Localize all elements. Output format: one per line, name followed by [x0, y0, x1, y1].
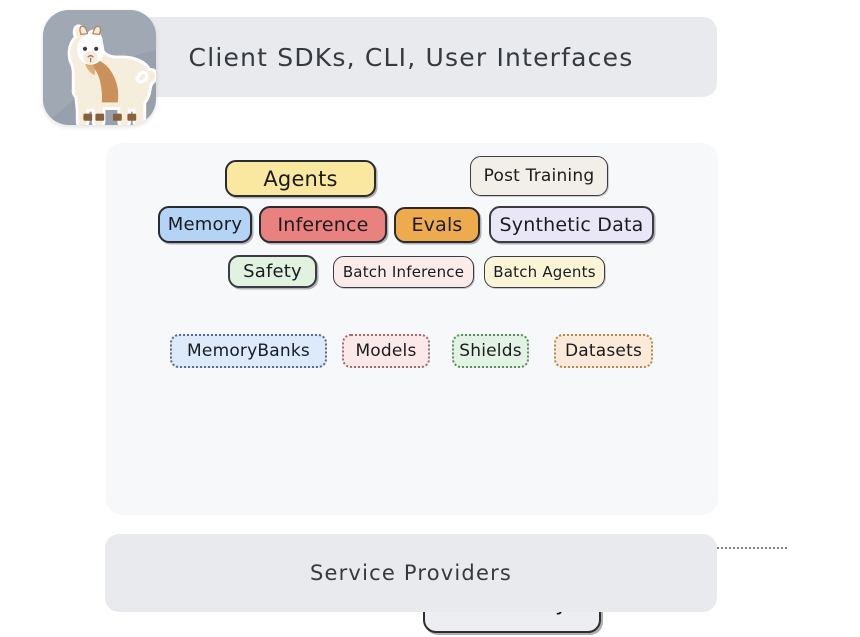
- api-pill-memory[interactable]: Memory: [158, 206, 252, 243]
- client-sdks-label: Client SDKs, CLI, User Interfaces: [188, 42, 634, 72]
- api-pill-synthetic-data[interactable]: Synthetic Data: [489, 206, 654, 243]
- api-pill-label: Batch Inference: [342, 263, 465, 281]
- api-pill-label: Datasets: [564, 341, 643, 361]
- api-pill-shields[interactable]: Shields: [452, 334, 529, 368]
- llama-logo: [43, 10, 156, 125]
- api-pill-label: Evals: [411, 214, 463, 236]
- api-pill-models[interactable]: Models: [342, 334, 430, 368]
- api-pill-label: Post Training: [483, 166, 595, 186]
- api-pill-label: Models: [355, 341, 417, 361]
- api-pill-inference[interactable]: Inference: [259, 206, 387, 243]
- api-pill-label: Memory: [167, 214, 243, 235]
- api-pill-label: Synthetic Data: [499, 213, 644, 236]
- diagram-canvas: Client SDKs, CLI, User Interfaces Datase…: [0, 0, 860, 637]
- api-pill-label: Batch Agents: [493, 263, 596, 281]
- api-panel: Datasets Shields Models MemoryBanks Batch Ag…: [106, 143, 787, 633]
- api-pill-batch-inference[interactable]: Batch Inference: [333, 256, 474, 288]
- api-pill-batch-agents[interactable]: Batch Agents: [484, 256, 605, 288]
- llama-icon: [43, 10, 156, 125]
- api-pill-label: Shields: [459, 341, 522, 361]
- api-pill-label: Inference: [277, 213, 369, 236]
- api-pill-agents[interactable]: Agents: [225, 160, 376, 197]
- service-providers-label: Service Providers: [309, 561, 513, 585]
- service-providers-bar: Service Providers: [105, 534, 717, 612]
- api-pill-label: Safety: [243, 261, 302, 282]
- api-pill-memorybanks[interactable]: MemoryBanks: [170, 334, 327, 368]
- api-pill-label: MemoryBanks: [187, 341, 310, 361]
- api-pill-label: Agents: [263, 166, 338, 191]
- api-pill-post-training[interactable]: Post Training: [470, 156, 608, 196]
- api-pill-datasets[interactable]: Datasets: [554, 334, 653, 368]
- api-pill-evals[interactable]: Evals: [394, 207, 480, 243]
- api-pill-safety[interactable]: Safety: [228, 255, 317, 288]
- client-sdks-bar: Client SDKs, CLI, User Interfaces: [105, 17, 717, 97]
